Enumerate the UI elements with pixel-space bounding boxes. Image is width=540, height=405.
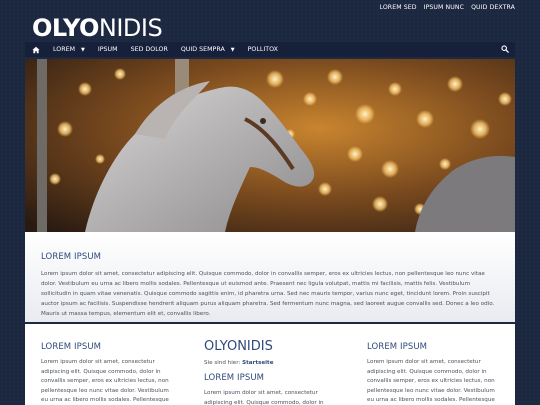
top-link-ipsum-nunc[interactable]: IPSUM NUNC	[424, 4, 464, 11]
site-logo[interactable]: OLYONIDIS	[32, 14, 163, 42]
intro-section: LOREM IPSUM Lorem ipsum dolor sit amet, …	[25, 232, 515, 322]
main-nav: LOREM ▼ IPSUM SED DOLOR QUID SEMPRA ▼ PO…	[25, 42, 515, 57]
nav-item-label: QUID SEMPRA	[180, 46, 225, 53]
right-column-heading: LOREM IPSUM	[367, 342, 428, 352]
search-icon[interactable]	[501, 45, 509, 53]
left-column-heading: LOREM IPSUM	[41, 342, 102, 352]
breadcrumb-prefix: Sie sind hier:	[204, 360, 241, 366]
middle-column-text: Lorem ipsum dolor sit amet, consectetur …	[204, 390, 324, 405]
content-columns: LOREM IPSUM Lorem ipsum dolor sit amet, …	[25, 324, 515, 405]
carousel-horse-image	[25, 59, 515, 232]
left-column: LOREM IPSUM Lorem ipsum dolor sit amet, …	[41, 342, 175, 405]
logo-light: NIDIS	[98, 14, 163, 42]
home-icon[interactable]	[32, 46, 40, 54]
hero-image	[25, 59, 515, 232]
breadcrumb: Sie sind hier: Startseite	[204, 360, 338, 366]
nav-item-pollitox[interactable]: POLLITOX	[248, 46, 278, 53]
logo-bold: OLYO	[32, 14, 99, 42]
nav-item-lorem[interactable]: LOREM ▼	[53, 46, 85, 53]
right-column-text: Lorem ipsum dolor sit amet, consectetur …	[367, 359, 495, 403]
chevron-down-icon: ▼	[230, 46, 235, 53]
middle-column: OLYONIDIS Sie sind hier: Startseite LORE…	[204, 339, 338, 405]
top-link-quid-dextra[interactable]: QUID DEXTRA	[471, 4, 515, 11]
nav-item-label: IPSUM	[97, 46, 118, 53]
nav-item-label: LOREM	[53, 46, 76, 53]
nav-item-label: SED DOLOR	[130, 46, 168, 53]
nav-item-ipsum[interactable]: IPSUM	[98, 46, 118, 53]
chevron-down-icon: ▼	[81, 46, 85, 53]
top-links: LOREM SED IPSUM NUNC QUID DEXTRA	[380, 4, 515, 11]
left-column-text: Lorem ipsum dolor sit amet, consectetur …	[41, 359, 169, 403]
intro-heading: LOREM IPSUM	[41, 252, 102, 262]
right-column: LOREM IPSUM Lorem ipsum dolor sit amet, …	[367, 342, 501, 405]
nav-item-label: POLLITOX	[247, 46, 278, 53]
middle-column-heading: LOREM IPSUM	[204, 373, 265, 383]
middle-column-title: OLYONIDIS	[204, 339, 273, 354]
top-link-lorem-sed[interactable]: LOREM SED	[380, 4, 417, 11]
nav-item-sed-dolor[interactable]: SED DOLOR	[131, 46, 168, 53]
breadcrumb-link-startseite[interactable]: Startseite	[242, 360, 273, 366]
intro-text: Lorem ipsum dolor sit amet, consectetur …	[41, 271, 495, 317]
nav-item-quid-sempra[interactable]: QUID SEMPRA ▼	[181, 46, 235, 53]
